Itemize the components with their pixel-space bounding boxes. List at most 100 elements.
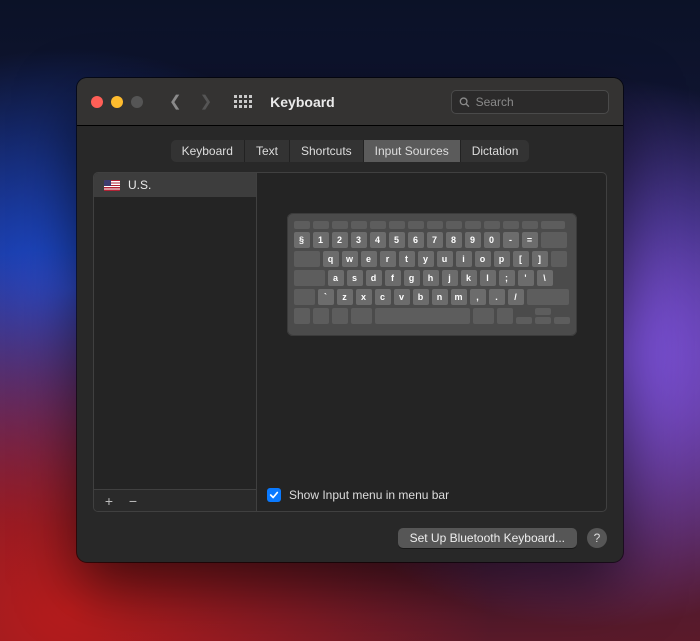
key: [313, 221, 329, 229]
key: f: [385, 270, 401, 286]
input-source-item[interactable]: U.S.: [94, 173, 256, 197]
bottom-bar: Set Up Bluetooth Keyboard... ?: [77, 520, 623, 562]
input-sources-sidebar: U.S. + −: [93, 172, 257, 512]
key: [527, 289, 569, 305]
key: k: [461, 270, 477, 286]
key: [551, 251, 567, 267]
key: [541, 221, 565, 229]
key: ,: [470, 289, 486, 305]
key: 8: [446, 232, 462, 248]
checkmark-icon: [269, 490, 279, 500]
key: 7: [427, 232, 443, 248]
close-window-button[interactable]: [91, 96, 103, 108]
key: p: [494, 251, 510, 267]
key: \: [537, 270, 553, 286]
key: [473, 308, 494, 324]
zoom-window-button[interactable]: [131, 96, 143, 108]
preferences-window: ❮ ❯ Keyboard Keyboard Text Shortcuts Inp…: [77, 78, 623, 562]
key: [294, 270, 325, 286]
key: [427, 221, 443, 229]
key: a: [328, 270, 344, 286]
window-title: Keyboard: [270, 94, 335, 110]
key: [446, 221, 462, 229]
key: y: [418, 251, 434, 267]
key: [484, 221, 500, 229]
key: [375, 308, 470, 324]
titlebar: ❮ ❯ Keyboard: [77, 78, 623, 126]
key: 2: [332, 232, 348, 248]
key: t: [399, 251, 415, 267]
input-sources-list: U.S.: [94, 173, 256, 489]
tab-keyboard[interactable]: Keyboard: [171, 140, 244, 162]
key: .: [489, 289, 505, 305]
content-area: U.S. + − §1234567890-= qwertyuiop[] asdf…: [77, 172, 623, 520]
key: 1: [313, 232, 329, 248]
key: [503, 221, 519, 229]
show-input-menu-checkbox[interactable]: [267, 488, 281, 502]
us-flag-icon: [104, 180, 120, 191]
key: m: [451, 289, 467, 305]
key: x: [356, 289, 372, 305]
help-button[interactable]: ?: [587, 528, 607, 548]
nav-buttons: ❮ ❯: [169, 94, 212, 109]
key: 6: [408, 232, 424, 248]
key: [465, 221, 481, 229]
search-input[interactable]: [476, 95, 601, 109]
key: [332, 221, 348, 229]
key: q: [323, 251, 339, 267]
minimize-window-button[interactable]: [111, 96, 123, 108]
setup-bluetooth-keyboard-button[interactable]: Set Up Bluetooth Keyboard...: [398, 528, 577, 548]
key: j: [442, 270, 458, 286]
remove-source-button[interactable]: −: [124, 492, 142, 510]
key: [313, 308, 329, 324]
key: v: [394, 289, 410, 305]
key: u: [437, 251, 453, 267]
key: 0: [484, 232, 500, 248]
key: d: [366, 270, 382, 286]
key: 9: [465, 232, 481, 248]
key: n: [432, 289, 448, 305]
key: ]: [532, 251, 548, 267]
tab-dictation[interactable]: Dictation: [460, 140, 530, 162]
key: 5: [389, 232, 405, 248]
key: h: [423, 270, 439, 286]
tab-shortcuts[interactable]: Shortcuts: [289, 140, 363, 162]
show-all-icon[interactable]: [234, 95, 252, 108]
key: [294, 289, 315, 305]
key: [351, 308, 372, 324]
search-icon: [459, 96, 470, 108]
input-source-label: U.S.: [128, 178, 151, 192]
add-source-button[interactable]: +: [100, 492, 118, 510]
key: [332, 308, 348, 324]
detail-footer: Show Input menu in menu bar: [257, 479, 606, 511]
key: [535, 317, 551, 324]
window-controls: [91, 96, 143, 108]
search-field[interactable]: [451, 90, 609, 114]
key: c: [375, 289, 391, 305]
key: ;: [499, 270, 515, 286]
key: [370, 221, 386, 229]
key: 3: [351, 232, 367, 248]
sidebar-footer: + −: [94, 489, 256, 511]
back-button[interactable]: ❮: [169, 94, 182, 109]
tab-bar: Keyboard Text Shortcuts Input Sources Di…: [77, 126, 623, 172]
key: i: [456, 251, 472, 267]
tab-input-sources[interactable]: Input Sources: [363, 140, 460, 162]
key: b: [413, 289, 429, 305]
key: r: [380, 251, 396, 267]
key: o: [475, 251, 491, 267]
key: [294, 221, 310, 229]
key: [351, 221, 367, 229]
key: `: [318, 289, 334, 305]
key: w: [342, 251, 358, 267]
show-input-menu-label: Show Input menu in menu bar: [289, 488, 449, 502]
key: [408, 221, 424, 229]
tab-text[interactable]: Text: [244, 140, 289, 162]
key: [535, 308, 551, 315]
key: [554, 317, 570, 324]
key: [497, 308, 513, 324]
key: [: [513, 251, 529, 267]
key: [516, 317, 532, 324]
key: [294, 308, 310, 324]
key: z: [337, 289, 353, 305]
